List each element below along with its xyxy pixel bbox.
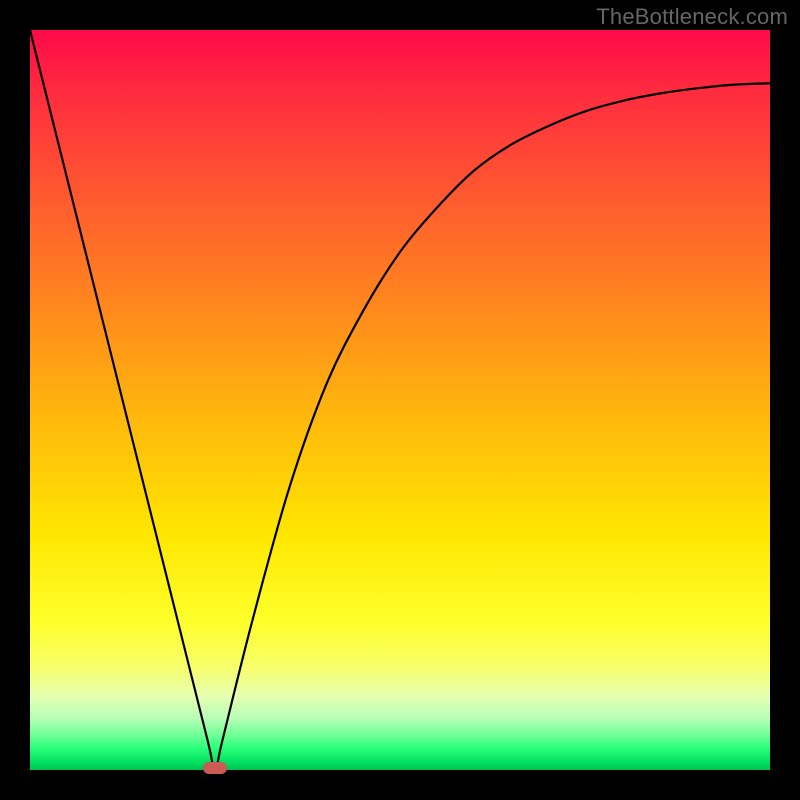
optimal-point-marker <box>203 762 227 774</box>
chart-plot-area <box>30 30 770 770</box>
bottleneck-curve-line <box>30 30 770 770</box>
watermark-text: TheBottleneck.com <box>596 4 788 30</box>
chart-svg <box>30 30 770 770</box>
